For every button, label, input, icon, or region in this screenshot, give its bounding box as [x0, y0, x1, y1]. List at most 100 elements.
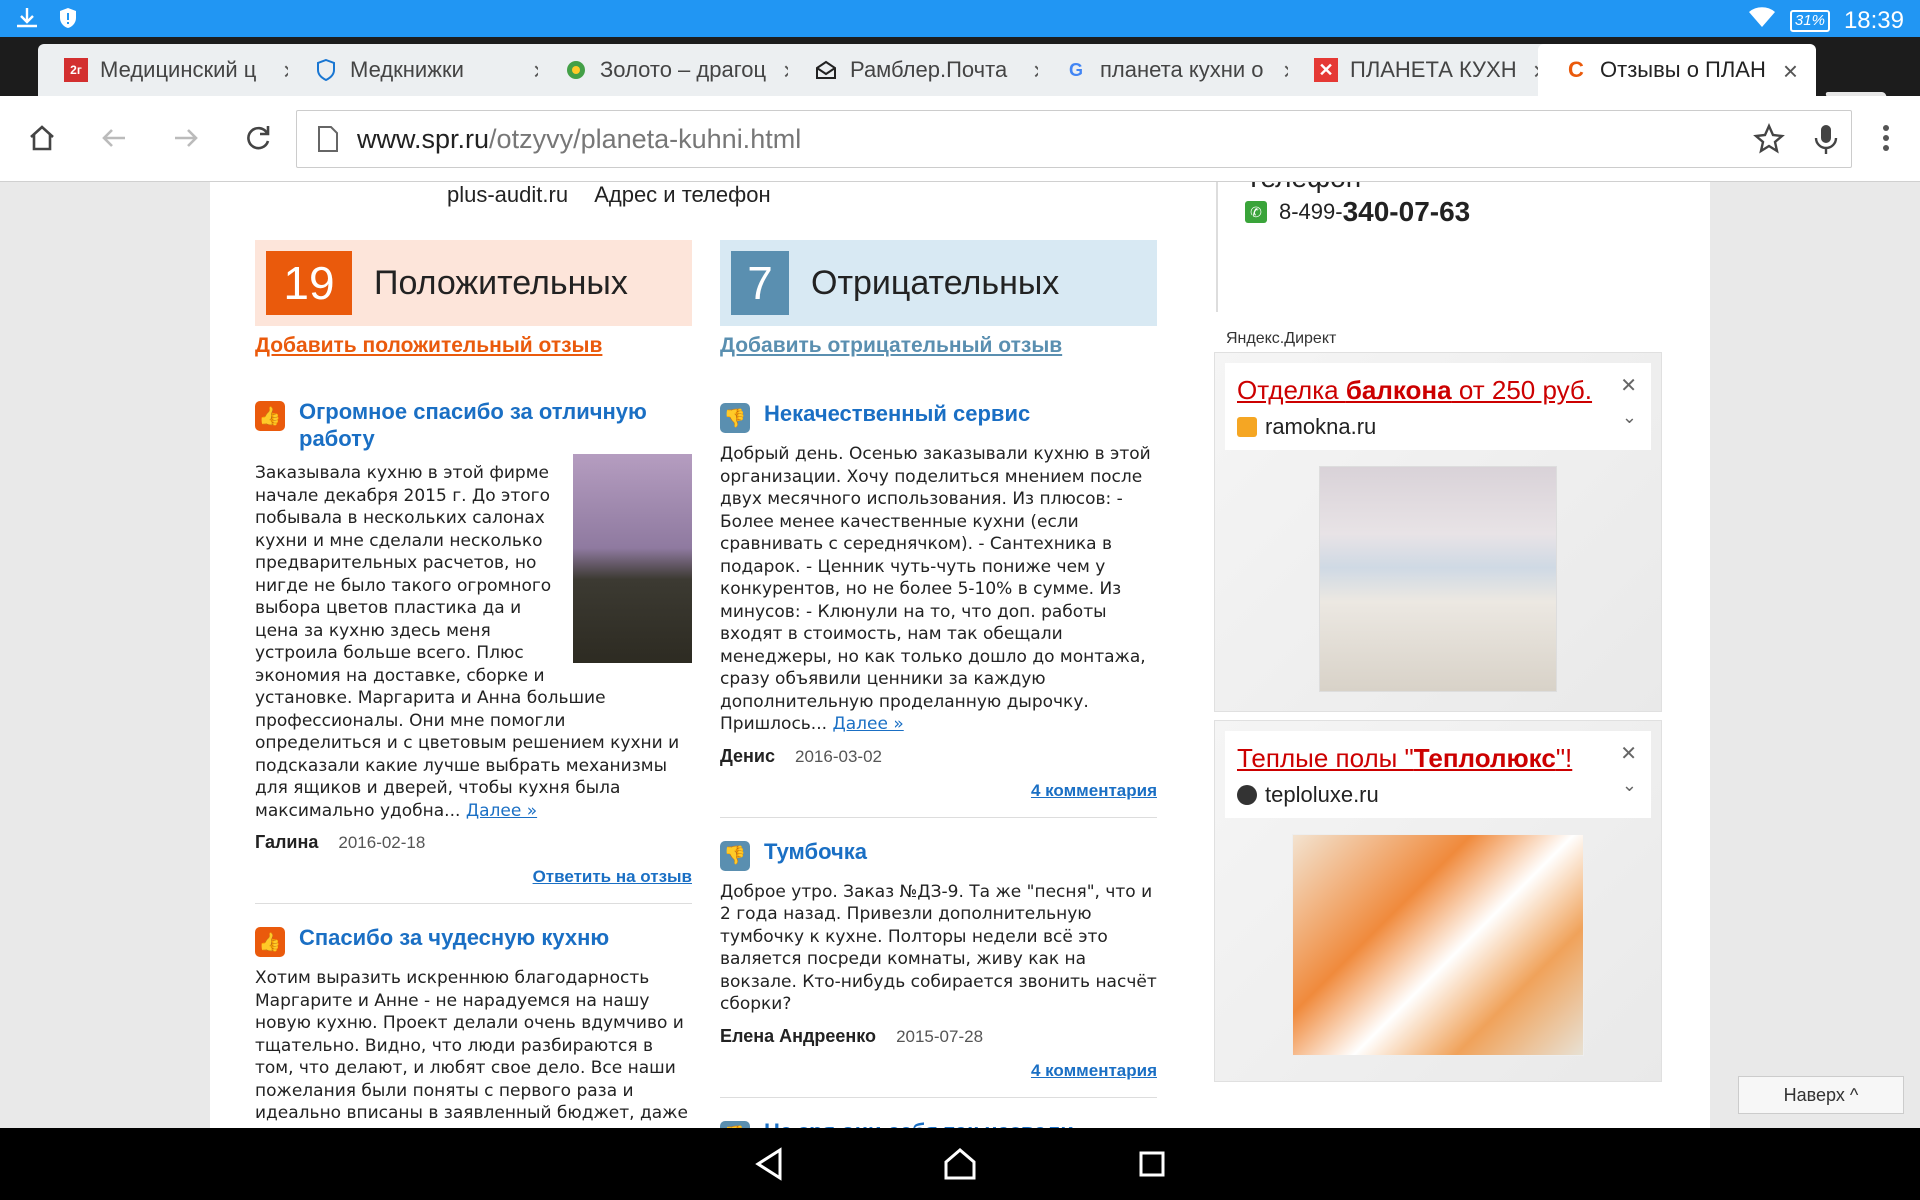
negative-label: Отрицательных: [811, 263, 1060, 302]
page-icon: [317, 125, 339, 157]
android-nav-bar: [0, 1128, 1920, 1200]
microphone-icon[interactable]: [1813, 123, 1839, 161]
thumbs-down-icon: 👎: [720, 403, 750, 433]
chevron-down-icon[interactable]: ⌄: [1622, 775, 1637, 796]
heated-floor-ad-image[interactable]: [1292, 834, 1584, 1056]
google-icon: G: [1068, 59, 1083, 80]
review-meta: Денис 2016-03-02: [720, 746, 1157, 767]
positive-label: Положительных: [374, 263, 628, 302]
tab-7-active[interactable]: C Отзывы о ПЛАН ×: [1538, 44, 1816, 96]
address-bar[interactable]: www.spr.ru/otzyvy/planeta-kuhni.html: [296, 110, 1852, 168]
battery-indicator: 31%: [1789, 9, 1830, 32]
red-x-icon: ✕: [1314, 58, 1338, 82]
review-text: Хотим выразить искреннюю благодарность М…: [255, 968, 688, 1123]
review-title[interactable]: 👎 Некачественный сервис: [720, 400, 1157, 433]
positive-column: 19 Положительных Добавить положительный …: [255, 240, 692, 1125]
review-item: 👍 Огромное спасибо за отличную работу Зак…: [255, 398, 692, 904]
positive-count: 19: [266, 251, 352, 315]
ad-title[interactable]: Отделка балкона от 250 руб.: [1237, 375, 1639, 406]
negative-column: 7 Отрицательных Добавить отрицательный о…: [720, 240, 1157, 1128]
review-meta: Елена Андреенко 2015-07-28: [720, 1026, 1157, 1047]
thumbs-up-icon: 👍: [255, 401, 285, 431]
reply-link[interactable]: Ответить на отзыв: [255, 867, 692, 904]
review-item: 👍 Спасибо за чудесную кухню Хотим выразит…: [255, 924, 692, 1125]
review-date: 2016-02-18: [338, 833, 426, 852]
close-tab-icon[interactable]: ×: [1783, 56, 1798, 87]
back-icon[interactable]: [94, 118, 134, 158]
add-negative-review-link[interactable]: Добавить отрицательный отзыв: [720, 334, 1157, 358]
ramokna-favicon: [1237, 417, 1257, 437]
negative-counter: 7 Отрицательных: [720, 240, 1157, 326]
mail-icon: [814, 58, 838, 82]
kitchen-photo[interactable]: [573, 454, 692, 663]
comments-link[interactable]: 4 комментария: [720, 781, 1157, 818]
shield-icon: [314, 58, 338, 82]
read-more-link[interactable]: Далее »: [466, 801, 537, 821]
tab-5[interactable]: G планета кухни о ×: [1038, 44, 1316, 96]
home-icon[interactable]: [22, 118, 62, 158]
phone-icon: ✆: [1245, 201, 1267, 223]
review-item: 👎 Некачественный сервис Добрый день. Осен…: [720, 400, 1157, 818]
add-positive-review-link[interactable]: Добавить положительный отзыв: [255, 334, 692, 358]
yandex-direct-label: Яндекс.Директ: [1226, 330, 1337, 347]
menu-icon[interactable]: [1866, 118, 1906, 158]
review-meta: Галина 2016-02-18: [255, 832, 692, 853]
wifi-icon: [1748, 6, 1776, 35]
address-phone-link[interactable]: Адрес и телефон: [594, 182, 770, 207]
review-item: 👎Не зря они себя так назвали: [720, 1118, 1157, 1128]
review-title[interactable]: 👍 Огромное спасибо за отличную работу: [255, 398, 692, 452]
review-title[interactable]: 👍 Спасибо за чудесную кухню: [255, 924, 692, 957]
close-ad-icon[interactable]: ✕: [1620, 373, 1637, 397]
url-text: www.spr.ru/otzyvy/planeta-kuhni.html: [357, 123, 802, 154]
thumbs-up-icon: 👍: [255, 927, 285, 957]
tab-4[interactable]: Рамблер.Почта ×: [788, 44, 1066, 96]
ad-title[interactable]: Теплые полы "Теплолюкс"!: [1237, 743, 1639, 774]
ad-domain[interactable]: teploluxe.ru: [1237, 782, 1639, 808]
top-links: plus-audit.ru Адрес и телефон: [447, 182, 791, 208]
back-nav-icon[interactable]: [750, 1144, 790, 1184]
home-nav-icon[interactable]: [940, 1144, 980, 1184]
gold-icon: [564, 58, 588, 82]
clock: 18:39: [1843, 6, 1904, 34]
close-ad-icon[interactable]: ✕: [1620, 741, 1637, 765]
review-author: Галина: [255, 832, 319, 852]
ad-block[interactable]: Теплые полы "Теплолюкс"! teploluxe.ru ✕ …: [1214, 720, 1662, 1082]
review-title[interactable]: 👎Не зря они себя так назвали: [720, 1118, 1157, 1128]
alert-shield-icon: [56, 6, 80, 34]
balcony-ad-image[interactable]: [1319, 466, 1557, 692]
spr-icon: C: [1568, 57, 1584, 82]
chevron-down-icon[interactable]: ⌄: [1622, 407, 1637, 428]
review-title[interactable]: 👎 Тумбочка: [720, 838, 1157, 871]
comments-link[interactable]: 4 комментария: [720, 1061, 1157, 1098]
positive-counter: 19 Положительных: [255, 240, 692, 326]
forward-icon[interactable]: [166, 118, 206, 158]
tab-3[interactable]: Золото – драгоц ×: [538, 44, 816, 96]
star-icon[interactable]: [1753, 123, 1785, 159]
review-date: 2015-07-28: [896, 1026, 984, 1046]
tab-1[interactable]: 2г Медицинский ц ×: [38, 44, 316, 96]
read-more-link[interactable]: Далее »: [832, 714, 903, 734]
download-icon: [14, 6, 40, 34]
thumbs-down-icon: 👎: [720, 1120, 750, 1128]
status-bar: 31% 18:39: [0, 0, 1920, 37]
tab-6[interactable]: ✕ ПЛАНЕТА КУХН ×: [1288, 44, 1566, 96]
tab-2[interactable]: Медкнижки ×: [288, 44, 566, 96]
ad-domain[interactable]: ramokna.ru: [1237, 414, 1639, 440]
teploluxe-favicon: [1237, 785, 1257, 805]
thumbs-down-icon: 👎: [720, 840, 750, 871]
page-body: plus-audit.ru Адрес и телефон 19 Положит…: [210, 182, 1710, 1128]
review-date: 2016-03-02: [795, 746, 882, 766]
scroll-to-top-button[interactable]: Наверх ^: [1738, 1076, 1904, 1114]
phone-number[interactable]: ✆ 8-499- 340-07-63: [1245, 196, 1470, 228]
web-content: plus-audit.ru Адрес и телефон 19 Положит…: [0, 182, 1920, 1128]
recents-nav-icon[interactable]: [1132, 1144, 1172, 1184]
reload-icon[interactable]: [238, 118, 278, 158]
ad-block[interactable]: Отделка балкона от 250 руб. ramokna.ru ✕…: [1214, 352, 1662, 712]
site-link[interactable]: plus-audit.ru: [447, 182, 568, 207]
tab-strip: 2г Медицинский ц × Медкнижки × Золото – …: [0, 37, 1920, 120]
phone-heading: Телефон: [1245, 182, 1361, 194]
review-item: 👎 Тумбочка Доброе утро. Заказ №ДЗ-9. Та ж…: [720, 838, 1157, 1098]
negative-count: 7: [731, 251, 789, 315]
review-text: Доброе утро. Заказ №ДЗ-9. Та же "песня",…: [720, 881, 1157, 1015]
review-text: Добрый день. Осенью заказывали кухню в э…: [720, 444, 1151, 734]
